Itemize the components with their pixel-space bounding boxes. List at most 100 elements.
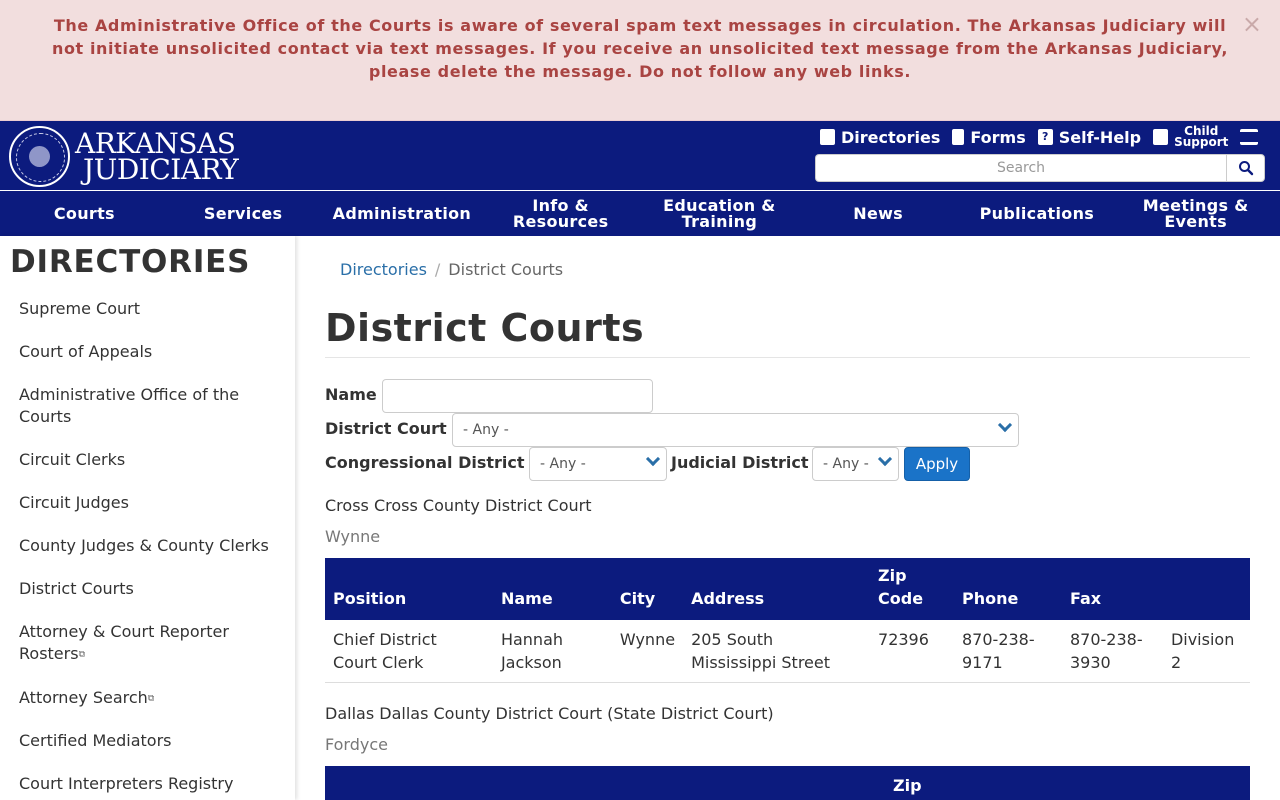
nav-administration[interactable]: Administration [323, 191, 482, 236]
external-link-icon: ⧉ [147, 693, 155, 703]
col-address: Address [683, 558, 871, 620]
sidebar-item-court-of-appeals[interactable]: Court of Appeals [19, 341, 284, 363]
main-content: Directories / District Courts District Cou… [325, 236, 1250, 800]
util-institution[interactable] [1240, 127, 1264, 147]
main-nav: Courts Services Administration Info & Re… [5, 191, 1275, 236]
sidebar-item-attorney-search[interactable]: Attorney Search⧉ [19, 687, 284, 710]
sidebar-item-supreme-court[interactable]: Supreme Court [19, 298, 284, 320]
table-header-row: Position Name City Address Zip Code Phon… [325, 558, 1250, 620]
search-icon [1238, 161, 1253, 176]
sidebar-item-attorney-search-label: Attorney Search [19, 687, 148, 707]
sidebar-item-interpreters[interactable]: Court Interpreters Registry [19, 773, 284, 795]
table-row: Chief District Court Clerk Hannah Jackso… [325, 620, 1250, 683]
util-self-help-label: Self-Help [1058, 127, 1142, 147]
nav-meetings-events[interactable]: Meetings & Events [1116, 191, 1275, 236]
congressional-district-value: - Any - [540, 456, 586, 472]
question-icon: ? [1037, 129, 1053, 145]
breadcrumb: Directories / District Courts [340, 260, 563, 279]
spam-alert-banner: The Administrative Office of the Courts … [0, 0, 1280, 121]
cell-position: Chief District Court Clerk [325, 620, 493, 683]
district-court-value: - Any - [463, 422, 509, 438]
col-extra [1162, 558, 1250, 620]
sidebar-item-aoc[interactable]: Administrative Office of the Courts [19, 384, 284, 428]
chevron-down-icon [997, 417, 1013, 433]
congressional-district-select[interactable]: - Any - [529, 447, 667, 481]
judicial-district-value: - Any - [823, 456, 869, 472]
child-support-line2: Support [1174, 135, 1229, 149]
col-city: City [611, 558, 684, 620]
title-divider [325, 357, 1250, 358]
name-label: Name [325, 385, 377, 404]
cell-fax: 870-238-3930 [1061, 620, 1163, 683]
logo-line-judiciary: JUDICIARY [83, 152, 239, 186]
col-zip: Zip [893, 776, 922, 795]
congressional-district-label: Congressional District [325, 453, 525, 472]
util-directories[interactable]: Directories [820, 127, 940, 147]
courthouse-icon [1240, 129, 1259, 145]
sidebar-item-district-courts[interactable]: District Courts [19, 578, 284, 600]
court-staff-table: Position Name City Address Zip Code Phon… [325, 558, 1250, 683]
nav-education-training[interactable]: Education & Training [640, 191, 799, 236]
breadcrumb-current: District Courts [448, 260, 564, 279]
search-input[interactable] [815, 154, 1226, 182]
sidebar-item-county-judges-clerks[interactable]: County Judges & County Clerks [19, 535, 284, 557]
nav-news[interactable]: News [799, 191, 958, 236]
col-position: Position [325, 558, 493, 620]
document-icon [952, 129, 965, 145]
chevron-down-icon [645, 451, 661, 467]
col-phone: Phone [954, 558, 1062, 620]
cell-city: Wynne [611, 620, 684, 683]
breadcrumb-directories[interactable]: Directories [340, 260, 427, 279]
col-fax: Fax [1061, 558, 1163, 620]
cell-phone: 870-238-9171 [954, 620, 1062, 683]
directories-sidebar: DIRECTORIES Supreme Court Court of Appea… [0, 236, 295, 800]
nav-services[interactable]: Services [164, 191, 323, 236]
court-name: Cross Cross County District Court [325, 496, 592, 515]
district-court-select[interactable]: - Any - [452, 413, 1019, 447]
apply-button[interactable]: Apply [904, 447, 970, 481]
court-name: Dallas Dallas County District Court (Sta… [325, 704, 774, 723]
site-header: ARKANSAS JUDICIARY Directories Forms ? S… [0, 121, 1280, 236]
util-child-support[interactable]: Child Support [1153, 125, 1229, 149]
court-city: Fordyce [325, 735, 388, 754]
court-city: Wynne [325, 527, 381, 546]
directory-icon [820, 129, 835, 145]
sidebar-item-circuit-judges[interactable]: Circuit Judges [19, 492, 284, 514]
sidebar-item-rosters-label: Attorney & Court Reporter Rosters [19, 622, 229, 663]
col-name: Name [492, 558, 612, 620]
sidebar-item-mediators[interactable]: Certified Mediators [19, 730, 284, 752]
site-logo[interactable]: ARKANSAS JUDICIARY [9, 126, 239, 187]
util-forms-label: Forms [970, 127, 1026, 147]
nav-publications[interactable]: Publications [958, 191, 1117, 236]
sidebar-item-circuit-clerks[interactable]: Circuit Clerks [19, 449, 284, 471]
search-button[interactable] [1226, 154, 1265, 182]
breadcrumb-separator: / [434, 260, 441, 279]
util-self-help[interactable]: ? Self-Help [1037, 127, 1142, 147]
district-court-label: District Court [325, 419, 447, 438]
supreme-court-seal-icon [9, 126, 70, 187]
nav-info-resources[interactable]: Info & Resources [481, 191, 640, 236]
judicial-district-select[interactable]: - Any - [812, 447, 899, 481]
calculator-icon [1153, 129, 1169, 145]
utility-nav: Directories Forms ? Self-Help Child Supp… [820, 125, 1276, 149]
alert-message: The Administrative Office of the Courts … [51, 16, 1229, 81]
util-forms[interactable]: Forms [952, 127, 1026, 147]
name-input[interactable] [382, 379, 653, 413]
nav-courts[interactable]: Courts [5, 191, 164, 236]
site-search [815, 154, 1265, 182]
cell-zip: 72396 [870, 620, 954, 683]
col-zip: Zip Code [870, 558, 954, 620]
external-link-icon: ⧉ [78, 649, 85, 660]
cell-address: 205 South Mississippi Street [683, 620, 871, 683]
sidebar-list: Supreme Court Court of Appeals Administr… [19, 298, 284, 800]
cell-name: Hannah Jackson [492, 620, 612, 683]
cell-division: Division 2 [1162, 620, 1250, 683]
judicial-district-label: Judicial District [671, 453, 809, 472]
table-header-row: Zip [325, 766, 1250, 800]
sidebar-item-rosters[interactable]: Attorney & Court Reporter Rosters⧉ [19, 621, 284, 666]
sidebar-title: DIRECTORIES [10, 244, 251, 280]
util-directories-label: Directories [841, 127, 941, 147]
close-icon[interactable]: × [1242, 12, 1262, 36]
chevron-down-icon [877, 451, 893, 467]
page-title: District Courts [325, 306, 645, 350]
